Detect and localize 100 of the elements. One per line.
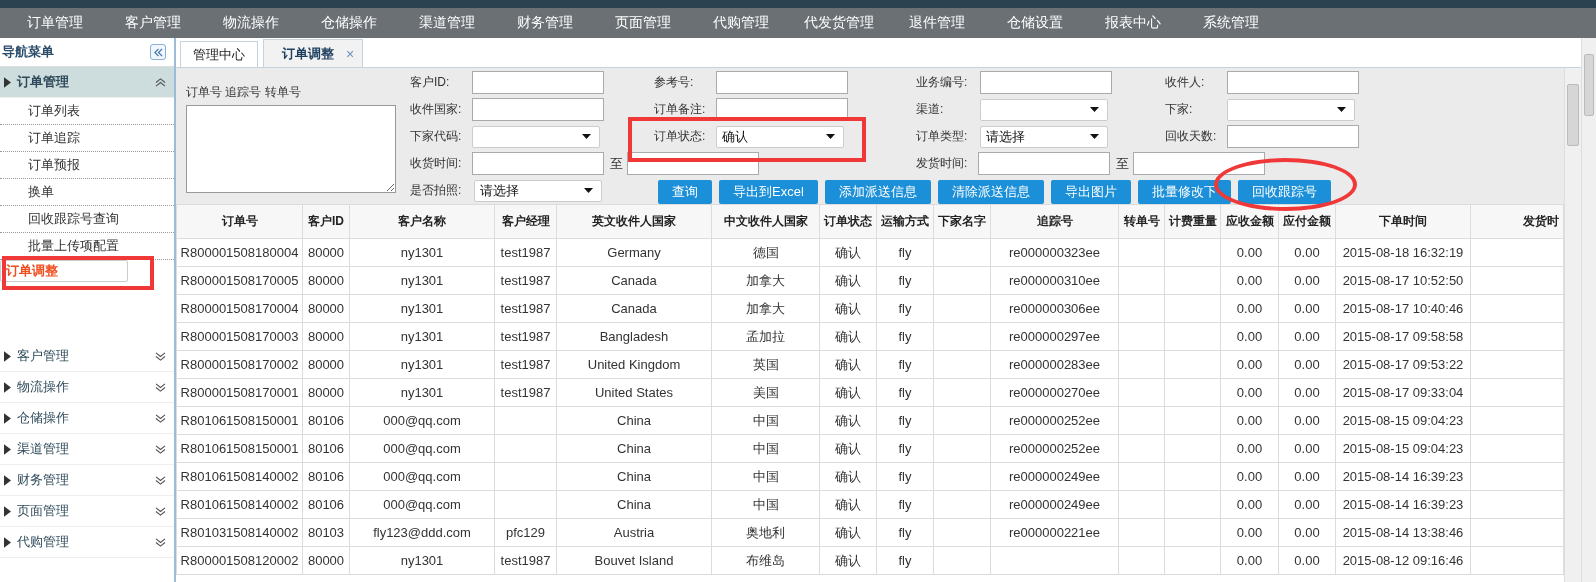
action-button[interactable]: 批量修改下 [1137,180,1231,204]
table-cell: 000@qq.com [349,434,495,463]
column-header[interactable]: 应收金额 [1220,204,1279,239]
table-cell: China [556,406,712,435]
input-field[interactable] [472,98,604,121]
field-label: 收件人: [1165,74,1206,91]
input-field[interactable] [1227,125,1359,148]
menu-item[interactable]: 代购管理 [692,14,790,32]
input-field[interactable] [1227,71,1359,94]
menu-item[interactable]: 退件管理 [888,14,986,32]
table-cell: 0.00 [1278,462,1336,491]
column-header[interactable]: 计费重量 [1164,204,1221,239]
menu-item[interactable]: 客户管理 [104,14,202,32]
table-cell: ny1301 [349,546,495,575]
dropdown[interactable]: 请选择 [980,125,1108,148]
text-area[interactable] [186,105,396,193]
scrollbar[interactable] [1564,68,1581,582]
column-header[interactable]: 转单号 [1118,204,1165,239]
collapse-button[interactable] [150,44,166,60]
double-chevron-down-icon [155,444,166,454]
table-cell: Canada [556,266,712,295]
column-header[interactable]: 下家名字 [933,204,991,239]
sidebar-title: 导航菜单 [2,43,54,61]
input-field[interactable] [716,71,848,94]
action-button[interactable]: 导出到Excel [719,180,818,204]
sidebar-group[interactable]: 物流操作 [0,372,174,403]
dropdown[interactable]: 确认 [716,125,844,148]
sidebar-item[interactable]: 换单 [0,179,174,206]
menu-item[interactable]: 报表中心 [1084,14,1182,32]
input-field[interactable] [978,152,1110,175]
sidebar-item[interactable]: 订单调整 [0,260,128,282]
action-button[interactable]: 回收跟踪号 [1237,180,1331,204]
sidebar-item[interactable]: 订单列表 [0,98,174,125]
table-cell: re000000323ee [990,238,1119,267]
table-cell: ny1301 [349,378,495,407]
action-button[interactable]: 导出图片 [1050,180,1131,204]
table-cell: re000000252ee [990,434,1119,463]
action-button[interactable]: 查询 [658,180,712,204]
table-cell: re000000306ee [990,294,1119,323]
table-cell: 确认 [819,266,877,295]
column-header[interactable]: 运输方式 [876,204,934,239]
table-cell: R800001508180004 [176,238,303,267]
caret-icon [1337,107,1346,112]
menu-item[interactable]: 渠道管理 [398,14,496,32]
sidebar-group[interactable]: 代购管理 [0,527,174,558]
column-header[interactable]: 英文收件人国家 [556,204,712,239]
table-cell: ny1301 [349,238,495,267]
table-cell: fly [876,350,934,379]
sidebar-item[interactable]: 订单预报 [0,152,174,179]
sidebar-item[interactable]: 回收跟踪号查询 [0,206,174,233]
sidebar-group[interactable]: 财务管理 [0,465,174,496]
column-header[interactable]: 客户经理 [494,204,557,239]
table-cell: 0.00 [1278,350,1336,379]
menu-item[interactable]: 仓储操作 [300,14,398,32]
column-header[interactable]: 追踪号 [990,204,1119,239]
dropdown[interactable] [1227,98,1355,121]
column-header[interactable]: 发货时 [1470,204,1564,239]
menu-item[interactable]: 仓储设置 [986,14,1084,32]
menu-item[interactable]: 财务管理 [496,14,594,32]
dropdown[interactable] [980,98,1108,121]
sidebar-group[interactable]: 页面管理 [0,496,174,527]
table-cell: United States [556,378,712,407]
table-cell: 80000 [302,378,350,407]
table-cell: test1987 [494,322,557,351]
sidebar-group[interactable]: 订单管理 [0,67,174,98]
dropdown[interactable]: 请选择 [474,179,602,202]
sidebar-item[interactable]: 订单追踪 [0,125,174,152]
column-header[interactable]: 订单号 [176,204,303,239]
menu-item[interactable]: 页面管理 [594,14,692,32]
input-field[interactable] [472,152,604,175]
sidebar-group[interactable]: 仓储操作 [0,403,174,434]
table-cell: 2015-08-17 10:40:46 [1335,294,1471,323]
input-field[interactable] [1133,152,1265,175]
sidebar-group[interactable]: 客户管理 [0,341,174,372]
table-cell: 英国 [711,350,820,379]
dropdown[interactable] [472,125,600,148]
input-field[interactable] [980,71,1112,94]
triangle-icon [4,350,11,362]
column-header[interactable]: 应付金额 [1278,204,1336,239]
field-label: 参考号: [654,74,695,91]
action-button[interactable]: 清除派送信息 [937,180,1044,204]
field-label: 回收天数: [1165,128,1218,145]
action-button[interactable]: 添加派送信息 [824,180,931,204]
column-header[interactable]: 客户名称 [349,204,495,239]
column-header[interactable]: 中文收件人国家 [711,204,820,239]
tab[interactable]: 订单调整 × [263,39,364,67]
table-cell: China [556,462,712,491]
menu-item[interactable]: 订单管理 [6,14,104,32]
scrollbar[interactable] [1581,38,1596,582]
column-header[interactable]: 下单时间 [1335,204,1471,239]
tab[interactable]: 管理中心 [180,41,258,67]
table-cell: fly [876,406,934,435]
column-header[interactable]: 订单状态 [819,204,877,239]
table-cell: fly [876,462,934,491]
column-header[interactable]: 客户ID [302,204,350,239]
sidebar-group[interactable]: 渠道管理 [0,434,174,465]
input-field[interactable] [472,71,604,94]
menu-item[interactable]: 代发货管理 [790,14,888,32]
menu-item[interactable]: 物流操作 [202,14,300,32]
menu-item[interactable]: 系统管理 [1182,14,1280,32]
